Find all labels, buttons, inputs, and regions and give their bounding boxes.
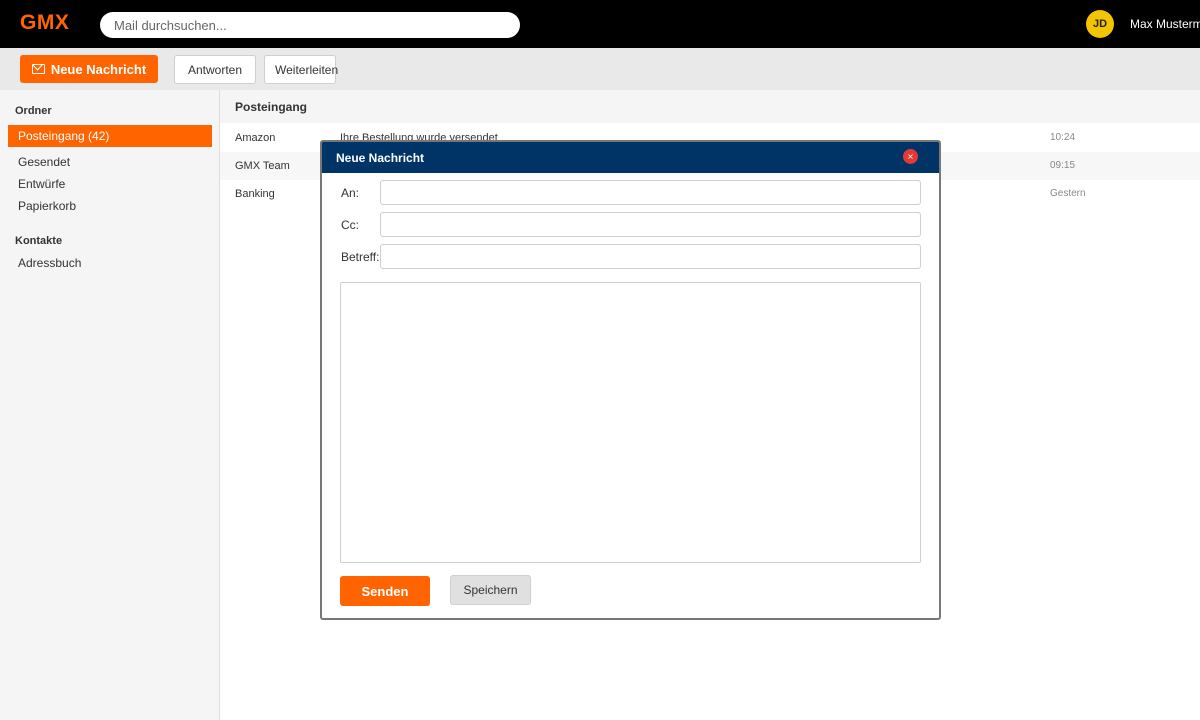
cc-label: Cc: xyxy=(341,218,359,232)
to-field[interactable] xyxy=(380,180,921,205)
reply-button[interactable]: Antworten xyxy=(174,55,256,84)
mail-time: 09:15 xyxy=(1050,160,1076,171)
mail-time: 10:24 xyxy=(1050,132,1076,143)
subject-field[interactable] xyxy=(380,244,921,269)
cc-field[interactable] xyxy=(380,212,921,237)
toolbar: Neue Nachricht Antworten Weiterleiten xyxy=(0,48,1200,90)
subject-label: Betreff: xyxy=(341,250,380,264)
sidebar-item-address-book[interactable]: Adressbuch xyxy=(8,252,212,274)
mail-sender: Amazon xyxy=(235,132,276,144)
user-name[interactable]: Max Mustermann xyxy=(1130,17,1200,31)
sidebar-item-trash[interactable]: Papierkorb xyxy=(8,195,212,217)
search-input[interactable] xyxy=(100,12,520,38)
message-body-input[interactable] xyxy=(340,282,921,563)
mail-time: Gestern xyxy=(1050,188,1086,199)
sidebar: Ordner Posteingang (42) Gesendet Entwürf… xyxy=(0,90,220,720)
sidebar-item-sent[interactable]: Gesendet xyxy=(8,151,212,173)
gmx-logo[interactable]: GMX xyxy=(20,11,69,35)
avatar[interactable]: JD xyxy=(1086,10,1114,38)
new-message-button[interactable]: Neue Nachricht xyxy=(20,55,158,83)
mail-sender: GMX Team xyxy=(235,160,290,172)
save-button[interactable]: Speichern xyxy=(450,575,531,605)
contacts-heading: Kontakte xyxy=(15,235,63,247)
send-button[interactable]: Senden xyxy=(340,576,430,606)
compose-dialog: Neue Nachricht × An: Cc: Betreff: Senden… xyxy=(320,140,941,620)
folders-heading: Ordner xyxy=(15,105,52,117)
mail-sender: Banking xyxy=(235,188,275,200)
top-bar: GMX JD Max Mustermann xyxy=(0,0,1200,48)
close-icon[interactable]: × xyxy=(903,149,918,164)
inbox-title: Posteingang xyxy=(220,90,1200,123)
new-message-label: Neue Nachricht xyxy=(50,61,147,77)
dialog-title: Neue Nachricht xyxy=(322,142,939,173)
sidebar-item-inbox[interactable]: Posteingang (42) xyxy=(8,125,212,147)
sidebar-item-drafts[interactable]: Entwürfe xyxy=(8,173,212,195)
forward-button[interactable]: Weiterleiten xyxy=(264,55,338,84)
to-label: An: xyxy=(341,186,360,200)
envelope-icon xyxy=(31,64,45,74)
